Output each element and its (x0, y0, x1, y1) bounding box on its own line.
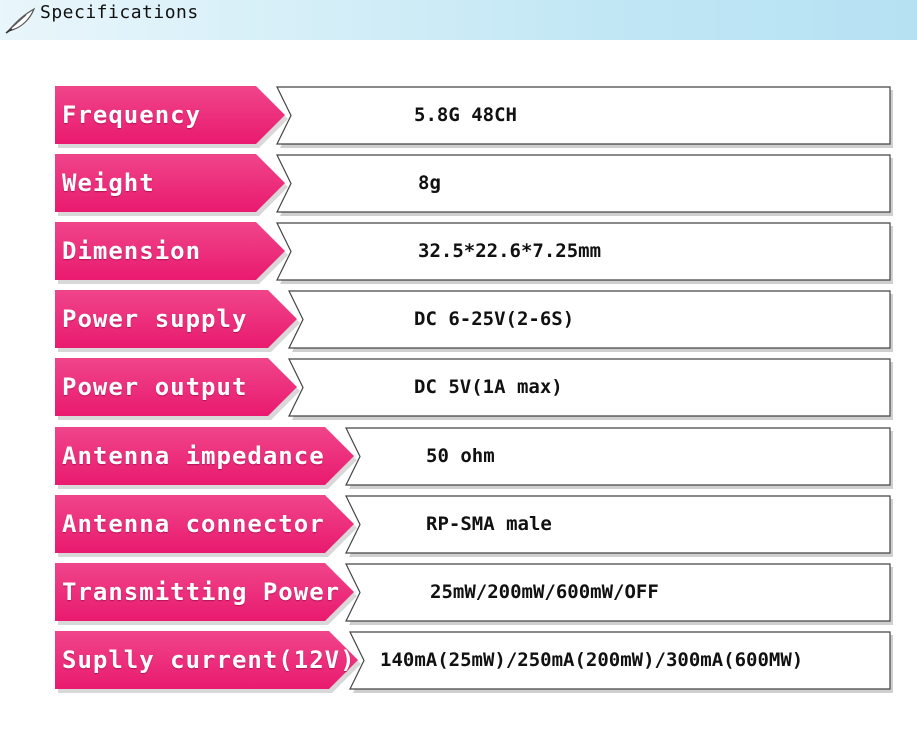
spec-label: Frequency (62, 101, 202, 129)
spec-row: Frequency 5.8G 48CH (0, 86, 917, 150)
spec-value: DC 6-25V(2-6S) (414, 308, 575, 330)
section-title: Specifications (40, 1, 199, 23)
spec-label: Weight (62, 169, 155, 197)
spec-label: Power output (62, 373, 248, 401)
spec-row: Dimension 32.5*22.6*7.25mm (0, 222, 917, 286)
spec-row: Antenna impedance 50 ohm (0, 427, 917, 491)
spec-label: Antenna impedance (62, 442, 325, 470)
spec-value: DC 5V(1A max) (414, 376, 563, 398)
spec-row: Weight 8g (0, 154, 917, 218)
spec-value: 8g (418, 172, 441, 194)
spec-value-box (288, 290, 891, 349)
spec-value: RP-SMA male (426, 513, 552, 535)
spec-row: Power supply DC 6-25V(2-6S) (0, 290, 917, 354)
spec-value-box (288, 358, 891, 417)
spec-row: Transmitting Power 25mW/200mW/600mW/OFF (0, 563, 917, 627)
spec-value: 25mW/200mW/600mW/OFF (430, 581, 659, 603)
spec-row: Power output DC 5V(1A max) (0, 358, 917, 422)
section-header: Specifications (0, 0, 917, 40)
feather-pen-icon (5, 7, 36, 34)
spec-value-box (276, 154, 891, 213)
spec-value: 140mA(25mW)/250mA(200mW)/300mA(600MW) (380, 649, 804, 671)
spec-label: Suplly current(12V) (62, 646, 356, 674)
spec-row: Suplly current(12V) 140mA(25mW)/250mA(200… (0, 631, 917, 695)
spec-value: 50 ohm (426, 445, 495, 467)
spec-label: Dimension (62, 237, 202, 265)
spec-label: Antenna connector (62, 510, 325, 538)
spec-value: 5.8G 48CH (414, 104, 517, 126)
spec-label: Power supply (62, 305, 248, 333)
spec-label: Transmitting Power (62, 578, 341, 606)
spec-row: Antenna connector RP-SMA male (0, 495, 917, 559)
spec-value: 32.5*22.6*7.25mm (418, 240, 602, 262)
spec-value-box (276, 86, 891, 145)
